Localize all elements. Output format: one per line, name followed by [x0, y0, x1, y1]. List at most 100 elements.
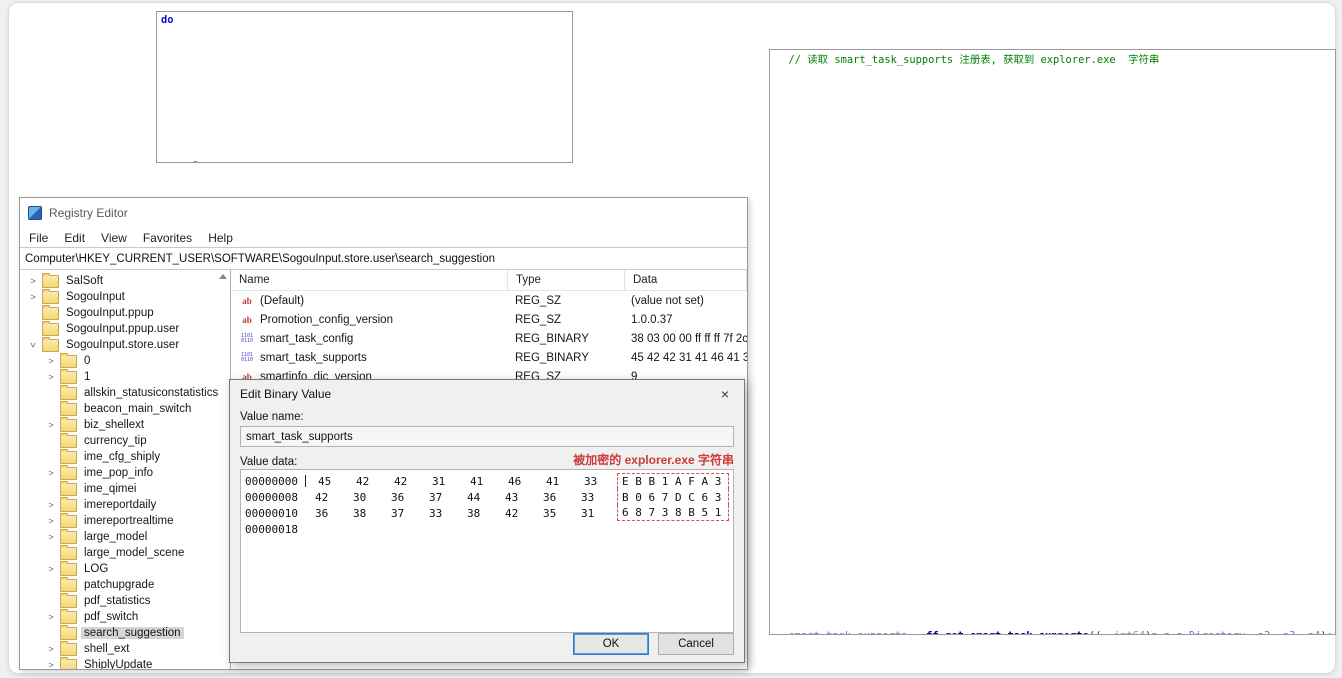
tree-item-ime_qimei[interactable]: ime_qimei	[20, 480, 230, 497]
hex-byte[interactable]: 36	[381, 491, 419, 504]
column-header-data[interactable]: Data	[625, 270, 747, 290]
tree-item-beacon_main_switch[interactable]: beacon_main_switch	[20, 400, 230, 417]
tree-item-ime_cfg_shiply[interactable]: ime_cfg_shiply	[20, 448, 230, 465]
chevron-right-icon[interactable]: >	[46, 612, 56, 622]
tree-item-label: SogouInput.ppup.user	[66, 323, 180, 335]
column-header-type[interactable]: Type	[508, 270, 625, 290]
hex-byte[interactable]: 43	[495, 491, 533, 504]
hex-byte[interactable]: 42	[305, 491, 343, 504]
chevron-right-icon[interactable]: >	[46, 468, 56, 478]
value-row--default-[interactable]: ab (Default) REG_SZ (value not set)	[231, 291, 747, 310]
tree-item-label: pdf_statistics	[84, 595, 151, 607]
menu-item-help[interactable]: Help	[208, 231, 233, 245]
tree-item-label: biz_shellext	[84, 419, 145, 431]
column-header-name[interactable]: Name	[231, 270, 508, 290]
chevron-right-icon[interactable]: >	[28, 276, 38, 286]
tree-item-allskin_statusiconstatistics[interactable]: allskin_statusiconstatistics	[20, 384, 230, 401]
chevron-right-icon[interactable]: >	[46, 644, 56, 654]
hex-byte[interactable]: 31	[571, 507, 609, 520]
hex-byte[interactable]: 33	[574, 475, 612, 488]
chevron-right-icon[interactable]: >	[46, 500, 56, 510]
ok-button[interactable]: OK	[573, 633, 649, 655]
chevron-right-icon[interactable]: >	[46, 516, 56, 526]
code-line: // 读取 smart_task_supports 注册表, 获取到 explo…	[776, 54, 1160, 66]
hex-byte[interactable]: 36	[533, 491, 571, 504]
tree-item-imereportrealtime[interactable]: > imereportrealtime	[20, 512, 230, 529]
tree-item-salsoft[interactable]: > SalSoft	[20, 272, 230, 289]
tree-item-shiplyupdate[interactable]: > ShiplyUpdate	[20, 656, 230, 669]
tree-item-shell_ext[interactable]: > shell_ext	[20, 640, 230, 657]
tree-item-pdf_switch[interactable]: > pdf_switch	[20, 608, 230, 625]
value-row-smart-task-config[interactable]: 1101 0110 smart_task_config REG_BINARY 38 0…	[231, 329, 747, 348]
tree-item-large_model_scene[interactable]: large_model_scene	[20, 544, 230, 561]
chevron-right-icon[interactable]: >	[46, 532, 56, 542]
hex-byte[interactable]: 41	[536, 475, 574, 488]
tree-item-sogouinput[interactable]: > SogouInput	[20, 288, 230, 305]
chevron-right-icon[interactable]: >	[46, 660, 56, 669]
registry-titlebar[interactable]: Registry Editor	[20, 198, 747, 228]
scroll-up-icon[interactable]	[219, 274, 227, 279]
menu-item-edit[interactable]: Edit	[64, 231, 85, 245]
hex-byte[interactable]: 33	[419, 507, 457, 520]
hex-byte[interactable]: 46	[498, 475, 536, 488]
dialog-titlebar[interactable]: Edit Binary Value ×	[230, 380, 744, 407]
tree-item-search_suggestion[interactable]: search_suggestion	[20, 624, 230, 641]
cancel-button[interactable]: Cancel	[658, 633, 734, 655]
hex-byte[interactable]: 37	[381, 507, 419, 520]
menu-item-view[interactable]: View	[101, 231, 127, 245]
tree-scrollbar[interactable]	[216, 270, 230, 669]
tree-item-0[interactable]: >0	[20, 352, 230, 369]
tree-item-log[interactable]: > LOG	[20, 560, 230, 577]
hex-byte[interactable]: 42	[495, 507, 533, 520]
tree-item-ime_pop_info[interactable]: > ime_pop_info	[20, 464, 230, 481]
chevron-right-icon[interactable]: >	[46, 356, 56, 366]
hex-row: 00000008 42 30 36 37 44 43 36 33 B 0 6 7 D C 6 3	[245, 489, 729, 505]
menu-item-file[interactable]: File	[29, 231, 48, 245]
chevron-right-icon[interactable]: >	[46, 372, 56, 382]
tree-item-imereportdaily[interactable]: > imereportdaily	[20, 496, 230, 513]
hex-byte[interactable]: 36	[305, 507, 343, 520]
tree-item-patchupgrade[interactable]: patchupgrade	[20, 576, 230, 593]
folder-icon	[60, 640, 77, 656]
chevron-right-icon[interactable]: >	[46, 564, 56, 574]
tree-item-pdf_statistics[interactable]: pdf_statistics	[20, 592, 230, 609]
tree-item-label: patchupgrade	[84, 579, 155, 591]
registry-tree: > SalSoft > SogouInput SogouInput.ppup SogouI…	[20, 270, 230, 669]
close-icon[interactable]: ×	[708, 380, 742, 407]
tree-item-sogouinput.ppup[interactable]: SogouInput.ppup	[20, 304, 230, 321]
address-input[interactable]	[20, 248, 747, 269]
tree-item-currency_tip[interactable]: currency_tip	[20, 432, 230, 449]
chevron-down-icon[interactable]: >	[28, 340, 38, 350]
hex-byte[interactable]: 35	[533, 507, 571, 520]
tree-item-sogouinput.store.user[interactable]: > SogouInput.store.user	[20, 336, 230, 353]
value-row-promotion-config-version[interactable]: ab Promotion_config_version REG_SZ 1.0.0.37	[231, 310, 747, 329]
folder-icon	[42, 288, 59, 304]
tree-item-large_model[interactable]: > large_model	[20, 528, 230, 545]
hex-byte[interactable]: 44	[457, 491, 495, 504]
hex-byte[interactable]: 42	[384, 475, 422, 488]
hex-byte[interactable]: 38	[343, 507, 381, 520]
folder-icon	[60, 560, 77, 576]
hex-byte[interactable]: 33	[571, 491, 609, 504]
chevron-right-icon[interactable]: >	[46, 420, 56, 430]
value-name-text: (Default)	[260, 294, 305, 307]
hex-byte[interactable]: 38	[457, 507, 495, 520]
hex-byte[interactable]: 41	[460, 475, 498, 488]
tree-item-sogouinput.ppup.user[interactable]: SogouInput.ppup.user	[20, 320, 230, 337]
folder-icon	[60, 512, 77, 528]
tree-item-1[interactable]: >1	[20, 368, 230, 385]
chevron-right-icon[interactable]: >	[28, 292, 38, 302]
value-name-cell: 1101 0110 smart_task_supports	[231, 352, 507, 364]
menu-item-favorites[interactable]: Favorites	[143, 231, 192, 245]
hex-byte[interactable]: 42	[346, 475, 384, 488]
value-name-field[interactable]: smart_task_supports	[240, 426, 734, 447]
tree-item-biz_shellext[interactable]: > biz_shellext	[20, 416, 230, 433]
address-bar	[20, 247, 747, 270]
tree-item-label: beacon_main_switch	[84, 403, 192, 415]
value-row-smart-task-supports[interactable]: 1101 0110 smart_task_supports REG_BINARY 45…	[231, 348, 747, 367]
hex-byte[interactable]: 31	[422, 475, 460, 488]
hex-editor[interactable]: 00000000 45 42 42 31 41 46 41 33 E B B 1 A F A 30…	[240, 469, 734, 633]
hex-byte[interactable]: 45	[308, 475, 346, 488]
hex-byte[interactable]: 30	[343, 491, 381, 504]
hex-byte[interactable]: 37	[419, 491, 457, 504]
